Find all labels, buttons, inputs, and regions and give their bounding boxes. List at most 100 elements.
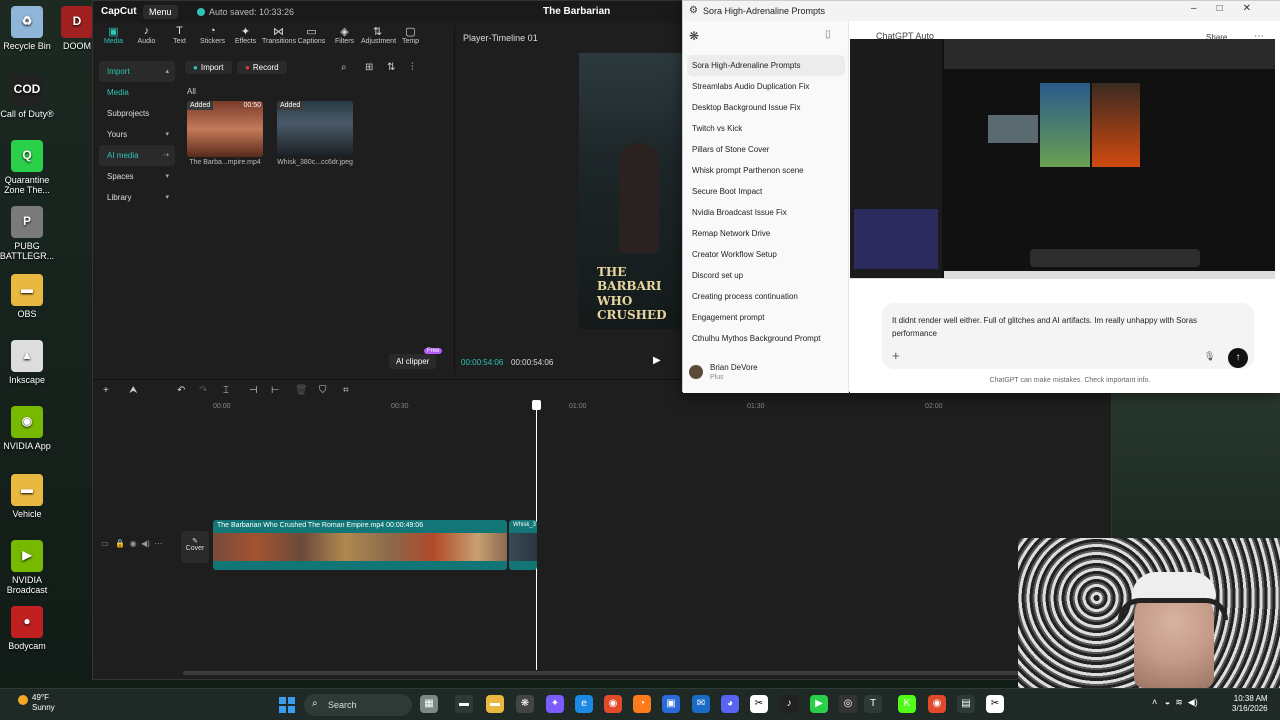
tab-text[interactable]: T Text: [163, 25, 196, 53]
desktop-icon[interactable]: ● Bodycam: [0, 606, 59, 651]
redo-icon[interactable]: ↷: [199, 385, 207, 396]
tab-transitions[interactable]: ⋈ Transitions: [262, 25, 296, 53]
app-grid-icon[interactable]: ▤: [957, 695, 975, 713]
play-icon[interactable]: ▶: [653, 355, 661, 366]
attached-screenshot[interactable]: [850, 39, 1275, 279]
desktop-icon[interactable]: ▬ OBS: [0, 274, 59, 319]
attach-icon[interactable]: +: [892, 348, 900, 363]
desktop-icon[interactable]: ▬ Vehicle: [0, 474, 59, 519]
message-input[interactable]: It didnt render well either. Full of gli…: [892, 315, 1232, 341]
network-icon[interactable]: ◒: [1165, 697, 1170, 707]
chrome-icon[interactable]: ◉: [604, 695, 622, 713]
sidebar-item-ai-media[interactable]: AI media ⇢: [99, 145, 175, 166]
wifi-icon[interactable]: ≋: [1175, 697, 1183, 707]
desktop-icon[interactable]: ▲ Inkscape: [0, 340, 59, 385]
file-explorer-icon[interactable]: ▬: [486, 695, 504, 713]
timeline-clip[interactable]: The Barbarian Who Crushed The Roman Empi…: [213, 520, 507, 570]
chrome-alt-icon[interactable]: ◉: [928, 695, 946, 713]
lock-icon[interactable]: 🔒: [115, 539, 125, 548]
chat-history-item[interactable]: Remap Network Drive: [687, 223, 845, 244]
ai-clipper-button[interactable]: AI clipper Free: [389, 348, 443, 369]
minimize-icon[interactable]: –: [1191, 3, 1217, 14]
kick-icon[interactable]: K: [898, 695, 916, 713]
chevron-up-icon[interactable]: ˄: [1152, 697, 1157, 707]
menu-button[interactable]: Menu: [143, 5, 178, 19]
volume-icon[interactable]: ◀): [1188, 697, 1198, 707]
import-button[interactable]: Import: [185, 61, 232, 74]
audio-icon[interactable]: ◀): [141, 539, 150, 548]
undo-icon[interactable]: ↶: [177, 385, 185, 396]
sort-icon[interactable]: ⇅: [387, 62, 395, 73]
chat-history-item[interactable]: Discord set up: [687, 265, 845, 286]
cover-button[interactable]: ✎ Cover: [181, 531, 209, 563]
track-thumbnail-icon[interactable]: ▭: [101, 539, 109, 548]
trim-left-icon[interactable]: ⊣: [249, 385, 258, 396]
timeline-scrollbar[interactable]: [183, 671, 1023, 675]
obs-icon[interactable]: ◎: [839, 695, 857, 713]
tab-adjustment[interactable]: ⇅ Adjustment: [361, 25, 396, 53]
send-button[interactable]: ↑: [1228, 348, 1248, 368]
capcut-icon[interactable]: ✂: [750, 695, 768, 713]
select-tool-icon[interactable]: ⮝: [129, 385, 138, 396]
desktop-icon[interactable]: Q Quarantine Zone The...: [0, 140, 59, 196]
chat-history-item[interactable]: Cthulhu Mythos Background Prompt: [687, 328, 845, 349]
split-icon[interactable]: ⌶: [223, 385, 229, 396]
sidebar-item-media[interactable]: Media: [99, 82, 175, 103]
openai-logo-icon[interactable]: ❋: [689, 29, 699, 43]
copilot-icon[interactable]: ✦: [546, 695, 564, 713]
timeline-clip[interactable]: Whisk_3: [509, 520, 537, 570]
taskbar-search[interactable]: ⌕ Search: [304, 694, 412, 716]
grid-view-icon[interactable]: ⊞: [365, 62, 373, 73]
outlook-icon[interactable]: ✉: [692, 695, 710, 713]
more-icon[interactable]: ⋯: [154, 539, 162, 548]
crop-icon[interactable]: ⌗: [343, 385, 349, 396]
visibility-icon[interactable]: ◉: [130, 539, 137, 548]
video-preview[interactable]: THE BARBARI WHO CRUSHED: [579, 53, 689, 329]
microphone-icon[interactable]: 🎙: [1204, 351, 1215, 362]
desktop-icon[interactable]: ▶ NVIDIA Broadcast: [0, 540, 59, 596]
sidebar-item-subprojects[interactable]: Subprojects: [99, 103, 175, 124]
maximize-icon[interactable]: □: [1217, 3, 1243, 14]
file-manager-icon[interactable]: ▬: [455, 695, 473, 713]
close-icon[interactable]: ✕: [1243, 3, 1271, 14]
chatgpt-icon[interactable]: ❋: [516, 695, 534, 713]
tab-temp[interactable]: ▢ Temp: [394, 25, 427, 53]
chat-history-item[interactable]: Pillars of Stone Cover: [687, 139, 845, 160]
chat-history-item[interactable]: Desktop Background Issue Fix: [687, 97, 845, 118]
desktop-icon[interactable]: P PUBG BATTLEGR...: [0, 206, 59, 262]
delete-icon[interactable]: 🗑: [295, 385, 308, 396]
chat-history-item[interactable]: Twitch vs Kick: [687, 118, 845, 139]
app-icon[interactable]: ▶: [810, 695, 828, 713]
clock[interactable]: 10:38 AM 3/16/2026: [1232, 694, 1268, 715]
chat-history-item[interactable]: Nvidia Broadcast Issue Fix: [687, 202, 845, 223]
search-icon[interactable]: ⌕: [341, 62, 347, 73]
media-item[interactable]: Added Whisk_380c...cc6dr.jpeg: [277, 101, 358, 166]
desktop-icon[interactable]: COD Call of Duty®: [0, 74, 59, 119]
chat-history-item[interactable]: Engagement prompt: [687, 307, 845, 328]
chat-history-item[interactable]: Creating process continuation: [687, 286, 845, 307]
weather-widget[interactable]: 49°F Sunny: [18, 693, 55, 712]
text-editor-icon[interactable]: T: [864, 695, 882, 713]
sidebar-item-import[interactable]: Import ▴: [99, 61, 175, 82]
tab-media[interactable]: ▣ Media: [97, 25, 130, 53]
filter-icon[interactable]: ⫶: [411, 62, 414, 73]
tab-filters[interactable]: ◈ Filters: [328, 25, 361, 53]
start-button[interactable]: [279, 697, 295, 713]
sidebar-toggle-icon[interactable]: ▯: [825, 29, 831, 40]
sidebar-item-spaces[interactable]: Spaces ▾: [99, 166, 175, 187]
discord-icon[interactable]: ◕: [721, 695, 739, 713]
chat-history-item[interactable]: Secure Boot Impact: [687, 181, 845, 202]
capcut-running-icon[interactable]: ✂: [986, 695, 1004, 713]
sidebar-item-library[interactable]: Library ▾: [99, 187, 175, 208]
chat-history-item[interactable]: Sora High-Adrenaline Prompts: [687, 55, 845, 76]
store-icon[interactable]: ▣: [662, 695, 680, 713]
chat-history-item[interactable]: Creator Workflow Setup: [687, 244, 845, 265]
message-composer[interactable]: It didnt render well either. Full of gli…: [882, 303, 1254, 369]
task-view-icon[interactable]: ▦: [420, 695, 438, 713]
trim-right-icon[interactable]: ⊢: [271, 385, 280, 396]
sidebar-item-yours[interactable]: Yours ▾: [99, 124, 175, 145]
tab-stickers[interactable]: ◔ Stickers: [196, 25, 229, 53]
tab-audio[interactable]: ♪ Audio: [130, 25, 163, 53]
tiktok-icon[interactable]: ♪: [780, 695, 798, 713]
edge-icon[interactable]: e: [575, 695, 593, 713]
